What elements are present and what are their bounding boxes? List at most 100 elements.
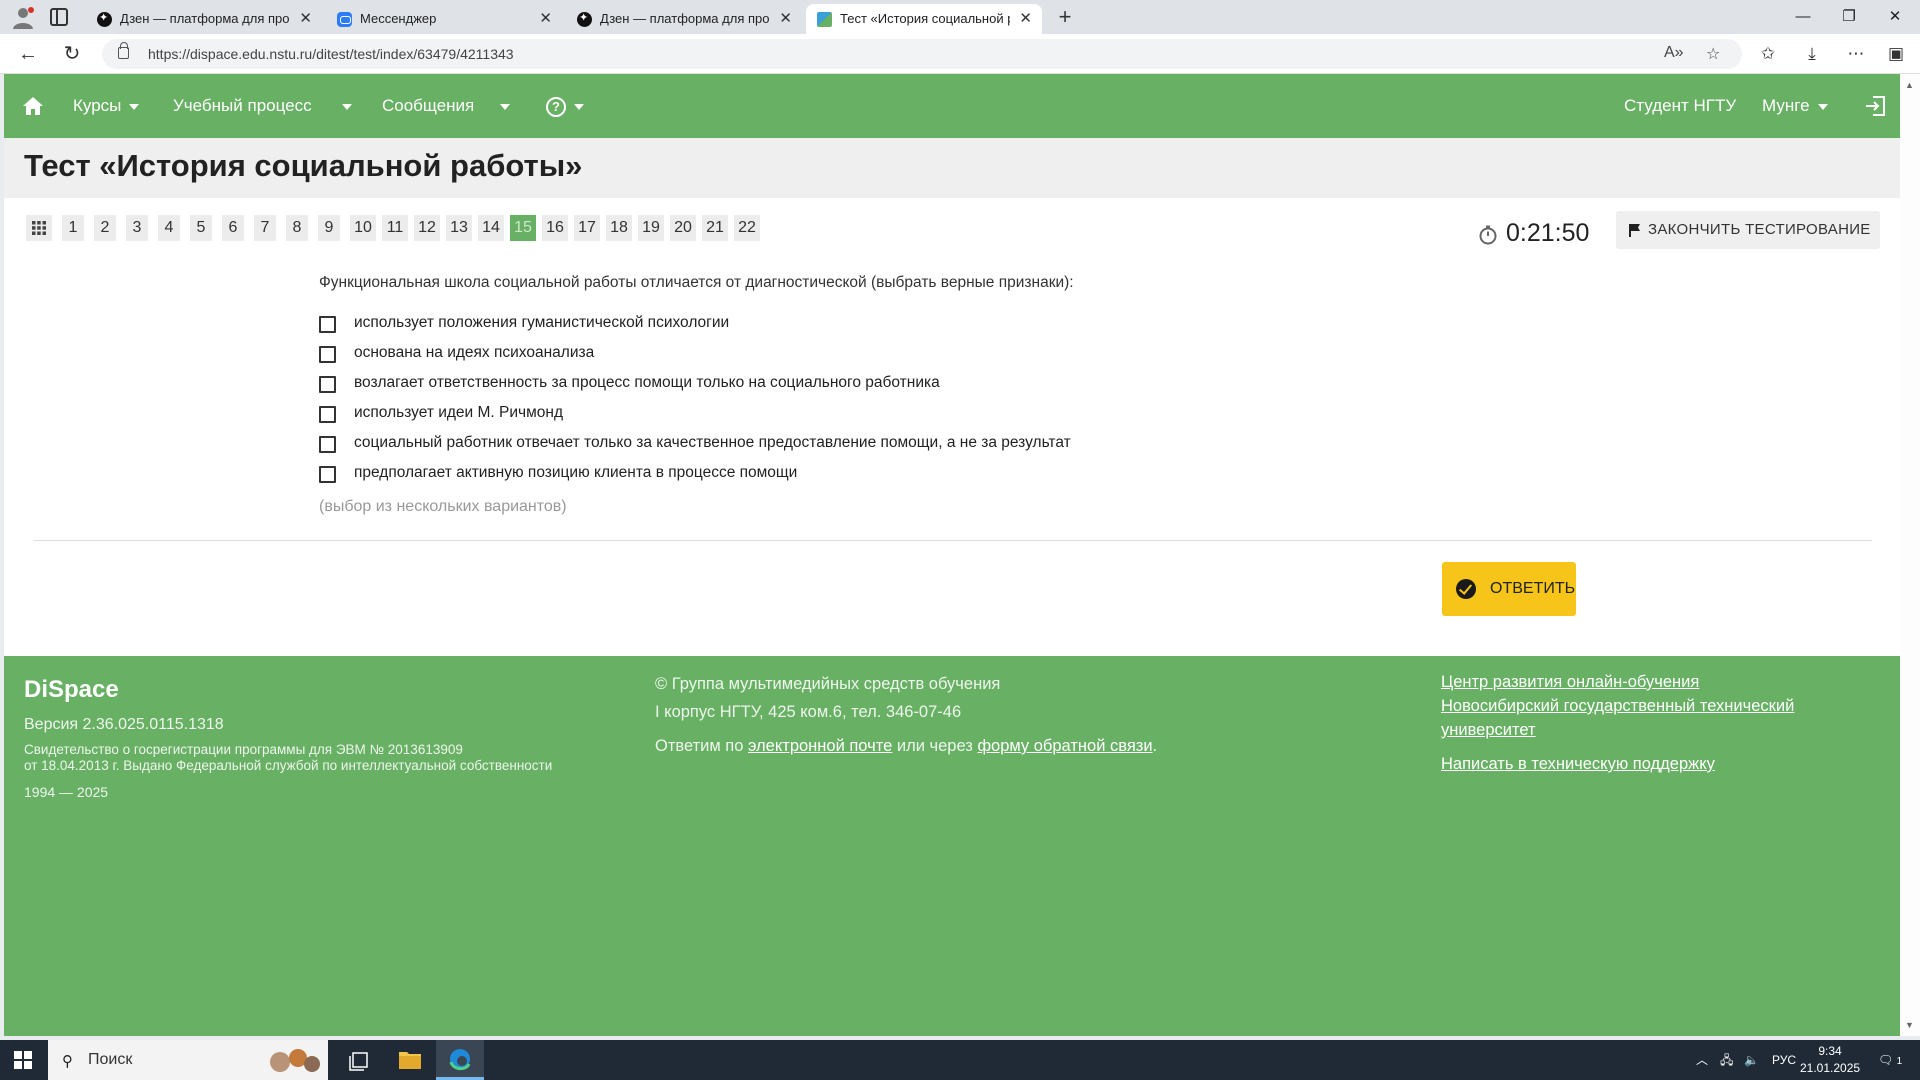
more-menu-icon[interactable]: ⋯ [1844,42,1868,66]
stopwatch-icon [1479,225,1497,245]
user-role[interactable]: Студент НГТУ [1624,74,1736,138]
close-icon[interactable]: ✕ [539,4,552,34]
browser-tab-active[interactable]: Тест «История социальной работы» ✕ [806,4,1042,34]
reload-button[interactable]: ↻ [60,42,84,66]
close-icon[interactable]: ✕ [299,4,312,34]
question-number-4[interactable]: 4 [158,215,180,241]
user-menu[interactable]: Мунге [1762,74,1828,138]
page-title: Тест «История социальной работы» [24,148,583,183]
question-number-14[interactable]: 14 [478,215,504,241]
answer-checkbox[interactable] [319,316,336,333]
answer-checkbox[interactable] [319,376,336,393]
minimize-button[interactable]: — [1780,0,1826,34]
answer-button[interactable]: ОТВЕТИТЬ [1442,562,1576,616]
taskbar-clock[interactable]: 9:34 21.01.2025 [1800,1043,1860,1077]
footer-certificate-line: от 18.04.2013 г. Выдано Федеральной служ… [24,758,553,773]
answer-option[interactable]: использует положения гуманистической пси… [319,312,1219,336]
new-tab-button[interactable]: + [1054,4,1076,30]
show-hidden-icons[interactable]: ︿ [1696,1040,1708,1080]
home-icon[interactable] [22,96,44,116]
question-number-12[interactable]: 12 [414,215,440,241]
logout-icon[interactable] [1864,95,1886,117]
tab-actions-icon[interactable] [50,8,68,26]
answer-option-text[interactable]: социальный работник отвечает только за к… [354,434,1071,452]
nstu-link-continued[interactable]: университет [1441,721,1536,739]
task-view-button[interactable] [336,1040,384,1080]
question-number-16[interactable]: 16 [542,215,568,241]
question-number-10[interactable]: 10 [350,215,376,241]
chevron-down-icon [1817,103,1828,110]
answer-checkbox[interactable] [319,466,336,483]
network-icon[interactable]: 🖧 [1720,1040,1733,1080]
edge-browser-button[interactable] [436,1040,484,1080]
browser-tab[interactable]: Дзен — платформа для просмотра ✕ [566,4,802,34]
close-window-button[interactable]: ✕ [1872,0,1918,34]
browser-tab[interactable]: Мессенджер ✕ [326,4,562,34]
windows-start-icon[interactable] [14,1051,32,1069]
feedback-form-link[interactable]: форму обратной связи [977,737,1152,755]
volume-icon[interactable]: 🔈 [1744,1040,1759,1080]
question-number-22[interactable]: 22 [734,215,760,241]
question-number-20[interactable]: 20 [670,215,696,241]
nav-study-process[interactable]: Учебный процесс [173,74,352,138]
question-number-3[interactable]: 3 [126,215,148,241]
question-number-17[interactable]: 17 [574,215,600,241]
question-number-21[interactable]: 21 [702,215,728,241]
answer-option[interactable]: использует идеи М. Ричмонд [319,402,1219,426]
question-number-8[interactable]: 8 [286,215,308,241]
question-number-19[interactable]: 19 [638,215,664,241]
scroll-up-icon[interactable]: ▲ [1905,80,1914,90]
question-number-9[interactable]: 9 [318,215,340,241]
input-language[interactable]: РУС [1772,1040,1796,1080]
question-number-6[interactable]: 6 [222,215,244,241]
answer-checkbox[interactable] [319,346,336,363]
answer-option[interactable]: основана на идеях психоанализа [319,342,1219,366]
favorites-icon[interactable]: ✩ [1756,42,1780,66]
question-number-5[interactable]: 5 [190,215,212,241]
answer-option[interactable]: социальный работник отвечает только за к… [319,432,1219,456]
answer-checkbox[interactable] [319,406,336,423]
download-icon[interactable]: ⤓ [1800,42,1824,66]
restore-button[interactable]: ❐ [1826,0,1872,34]
answer-option-text[interactable]: использует идеи М. Ричмонд [354,404,563,422]
sidebar-icon[interactable]: ▣ [1884,42,1908,66]
email-link[interactable]: электронной почте [748,737,892,755]
read-aloud-icon[interactable]: A» [1664,44,1684,62]
notification-center[interactable]: 🗨 1 [1878,1040,1902,1080]
answer-option-text[interactable]: использует положения гуманистической пси… [354,314,729,332]
question-number-13[interactable]: 13 [446,215,472,241]
question-number-18[interactable]: 18 [606,215,632,241]
page-scrollbar[interactable]: ▲ ▼ [1900,74,1920,1036]
close-icon[interactable]: ✕ [1019,4,1032,34]
lock-icon[interactable] [118,42,129,59]
close-icon[interactable]: ✕ [779,4,792,34]
tech-support-link[interactable]: Написать в техническую поддержку [1441,755,1715,773]
question-number-2[interactable]: 2 [94,215,116,241]
profile-icon[interactable] [10,4,36,30]
question-number-11[interactable]: 11 [382,215,408,241]
back-button[interactable]: ← [16,42,40,66]
answer-checkbox[interactable] [319,436,336,453]
url-field[interactable]: https://dispace.edu.nstu.ru/ditest/test/… [102,39,1742,69]
favorite-star-icon[interactable]: ☆ [1706,44,1720,64]
taskbar-search[interactable]: ⚲ Поиск [48,1040,328,1080]
answer-option-text[interactable]: основана на идеях психоанализа [354,344,594,362]
all-questions-button[interactable] [26,215,52,241]
scroll-down-icon[interactable]: ▼ [1905,1020,1914,1030]
nav-help[interactable]: ? [546,74,584,138]
question-number-7[interactable]: 7 [254,215,276,241]
nstu-link[interactable]: Новосибирский государственный технически… [1441,697,1794,715]
nav-courses[interactable]: Курсы [73,74,140,138]
finish-test-button[interactable]: ЗАКОНЧИТЬ ТЕСТИРОВАНИЕ [1616,211,1880,249]
answer-option-text[interactable]: возлагает ответственность за процесс пом… [354,374,940,392]
question-number-1[interactable]: 1 [62,215,84,241]
online-learning-center-link[interactable]: Центр развития онлайн-обучения [1441,673,1699,691]
question-number-15-current[interactable]: 15 [510,215,536,241]
answer-option[interactable]: предполагает активную позицию клиента в … [319,462,1219,486]
answer-option[interactable]: возлагает ответственность за процесс пом… [319,372,1219,396]
answer-option-text[interactable]: предполагает активную позицию клиента в … [354,464,797,482]
browser-tab[interactable]: Дзен — платформа для просмотра ✕ [86,4,322,34]
nav-messages[interactable]: Сообщения [382,74,511,138]
url-text[interactable]: https://dispace.edu.nstu.ru/ditest/test/… [148,39,514,69]
file-explorer-button[interactable] [386,1040,434,1080]
